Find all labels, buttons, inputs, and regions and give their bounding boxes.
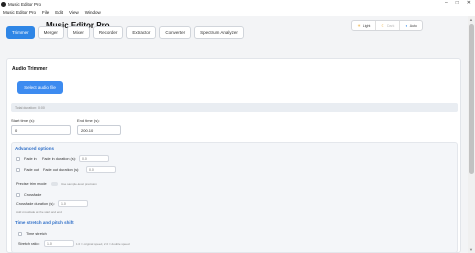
stretch-ratio-input[interactable]: 1.0 — [44, 240, 74, 247]
fade-out-duration-label: Fade out duration (s): — [43, 168, 80, 172]
precise-trim-hint: Use sample-level precision — [61, 182, 97, 186]
tab-trimmer[interactable]: Trimmer — [6, 26, 35, 39]
theme-auto-button[interactable]: ◐ Auto — [400, 21, 422, 30]
fade-in-checkbox[interactable] — [16, 157, 20, 161]
scroll-up-arrow-icon[interactable]: ▲ — [469, 17, 473, 22]
tab-extractor[interactable]: Extractor — [126, 26, 157, 39]
vertical-scrollbar[interactable]: ▲ ▼ — [468, 16, 475, 253]
close-button[interactable]: ✕ — [467, 0, 471, 6]
sun-icon: ☀ — [357, 23, 361, 28]
tab-converter[interactable]: Converter — [159, 26, 192, 39]
tab-mixer[interactable]: Mixer — [66, 26, 90, 39]
select-audio-file-button[interactable]: Select audio file — [17, 81, 63, 94]
crossfade-label: Crossfade — [24, 193, 42, 197]
section-heading-trimmer: Audio Trimmer — [12, 66, 48, 72]
menu-view[interactable]: View — [69, 10, 79, 15]
window-title: Music Editor Pro — [8, 1, 42, 7]
theme-switcher: ☀ Light ☾ Dark ◐ Auto — [351, 20, 423, 31]
tab-recorder[interactable]: Recorder — [92, 26, 124, 39]
auto-theme-icon: ◐ — [405, 23, 408, 28]
theme-light-button[interactable]: ☀ Light — [352, 21, 377, 30]
minimize-button[interactable]: – — [445, 0, 448, 6]
window-controls: – □ ✕ — [445, 0, 471, 6]
crossfade-duration-input[interactable]: 1.0 — [58, 200, 88, 207]
moon-icon: ☾ — [381, 23, 385, 28]
theme-dark-label: Dark — [386, 23, 395, 28]
menu-app[interactable]: Music Editor Pro — [3, 10, 36, 15]
app-icon — [1, 1, 6, 7]
fade-out-label: Fade out — [24, 168, 39, 172]
time-stretch-heading: Time stretch and pitch shift — [15, 220, 74, 225]
theme-auto-label: Auto — [409, 23, 417, 28]
theme-light-label: Light — [362, 23, 371, 28]
start-time-input[interactable]: 0 — [11, 125, 71, 135]
fade-in-duration-label: Fade in duration (s): — [42, 157, 76, 161]
total-duration-display: Total duration: 0:00 — [11, 103, 458, 112]
precise-trim-label: Precise trim mode — [16, 182, 47, 186]
crossfade-checkbox[interactable] — [16, 193, 20, 197]
theme-dark-button[interactable]: ☾ Dark — [376, 21, 401, 30]
menu-edit[interactable]: Edit — [55, 10, 63, 15]
start-time-label: Start time (s): — [11, 118, 36, 123]
maximize-button[interactable]: □ — [456, 0, 459, 6]
fade-in-duration-input[interactable]: 0.0 — [79, 155, 109, 162]
stretch-ratio-label: Stretch ratio: — [18, 242, 40, 246]
fade-in-label: Fade in — [24, 157, 37, 161]
tab-spectrum-analyzer[interactable]: Spectrum Analyzer — [194, 26, 244, 39]
advanced-options-heading: Advanced options — [15, 146, 55, 151]
tab-bar: Trimmer Merger Mixer Recorder Extractor … — [6, 26, 244, 39]
time-stretch-label: Time stretch — [26, 232, 47, 236]
end-time-input[interactable]: 200.10 — [77, 125, 121, 135]
precise-trim-toggle[interactable] — [51, 182, 58, 186]
menu-file[interactable]: File — [42, 10, 49, 15]
fade-out-checkbox[interactable] — [16, 168, 20, 172]
stretch-ratio-hint: 1.0 = original speed, 2.0 = double speed — [76, 242, 130, 246]
menu-window[interactable]: Window — [85, 10, 101, 15]
fade-out-duration-input[interactable]: 0.0 — [86, 166, 116, 173]
menu-bar: Music Editor Pro File Edit View Window — [0, 8, 475, 16]
title-bar: Music Editor Pro — [0, 0, 475, 8]
scroll-down-arrow-icon[interactable]: ▼ — [469, 247, 473, 252]
time-stretch-checkbox[interactable] — [18, 232, 22, 236]
end-time-label: End time (s): — [77, 118, 100, 123]
crossfade-duration-label: Crossfade duration (s): — [16, 202, 55, 206]
tab-merger[interactable]: Merger — [37, 26, 64, 39]
scrollbar-thumb[interactable] — [469, 24, 474, 174]
crossfade-hint: Add crossfade at the start and end — [16, 210, 62, 214]
